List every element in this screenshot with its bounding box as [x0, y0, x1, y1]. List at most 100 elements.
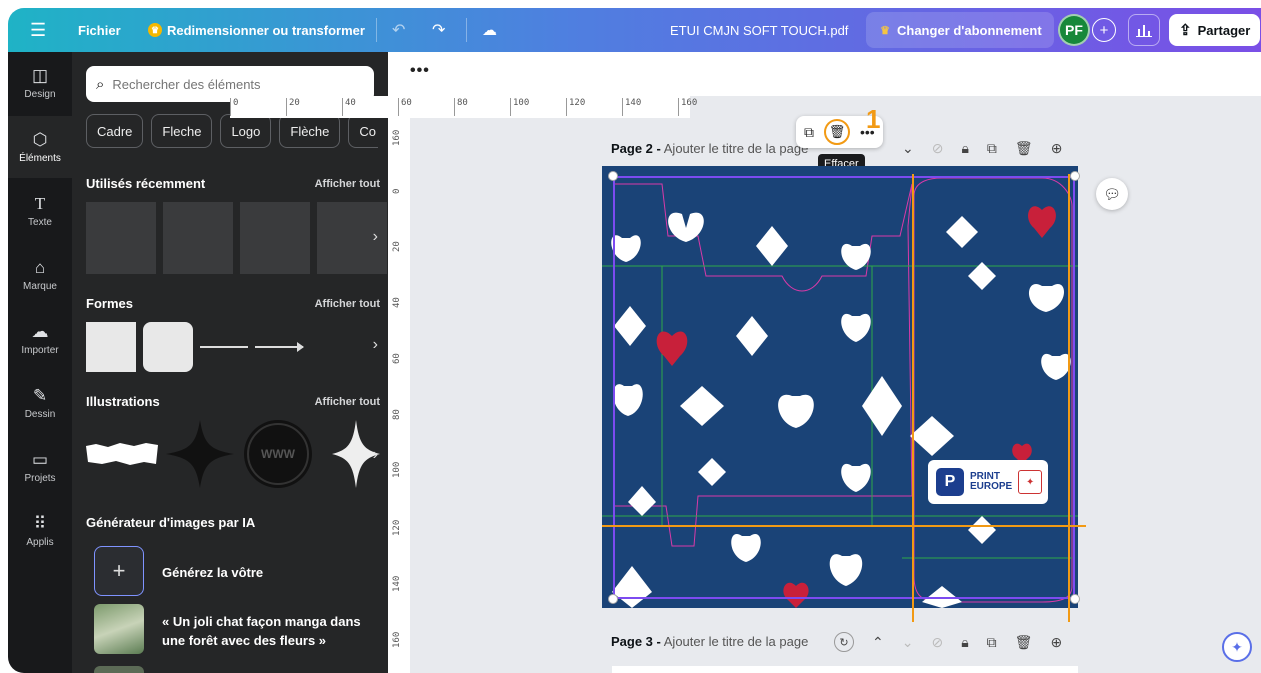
file-menu[interactable]: Fichier — [78, 8, 121, 52]
add-page-icon[interactable]: ⊕ — [1051, 140, 1063, 157]
made-in-france-icon: ✦ — [1018, 470, 1043, 494]
more-options-icon[interactable]: ••• — [410, 62, 430, 80]
horizontal-ruler: 0 20 40 60 80 100 120 140 160 — [230, 96, 697, 118]
arrow-shape[interactable] — [255, 342, 304, 352]
hide-icon[interactable]: ⊘ — [932, 140, 944, 157]
duplicate-icon[interactable]: ⧉ — [987, 634, 997, 651]
ruler-label: 140 — [392, 575, 402, 592]
recent-item[interactable] — [240, 202, 310, 274]
rail-label: Marque — [23, 281, 57, 292]
folder-icon: ▭ — [31, 450, 49, 469]
resize-handle[interactable] — [608, 594, 618, 604]
insights-icon[interactable] — [1128, 14, 1160, 46]
chevron-down-icon[interactable]: ⌄ — [902, 140, 914, 157]
square-shape[interactable] — [86, 322, 136, 372]
line-shape[interactable] — [200, 346, 248, 348]
page-3-preview[interactable] — [612, 666, 1078, 673]
rail-item-elements[interactable]: ⬡ Éléments — [8, 116, 72, 178]
alignment-guide — [602, 525, 1086, 527]
avatar[interactable]: PF — [1058, 14, 1090, 46]
add-page-icon[interactable]: ⊕ — [1050, 634, 1062, 651]
selection-frame — [613, 176, 1075, 599]
redo-icon[interactable]: ↷ — [432, 8, 445, 52]
rail-label: Éléments — [19, 153, 61, 164]
chevron-down-icon[interactable]: ⌄ — [902, 634, 914, 651]
see-all-link[interactable]: Afficher tout — [315, 396, 380, 408]
resize-button[interactable]: ♛ Redimensionner ou transformer — [148, 8, 365, 52]
upgrade-button[interactable]: ♛ Changer d'abonnement — [866, 12, 1054, 48]
sparkle-illustration[interactable] — [164, 418, 236, 490]
duplicate-icon[interactable]: ⧉ — [804, 124, 814, 141]
recent-item[interactable] — [163, 202, 233, 274]
rail-item-draw[interactable]: ✎ Dessin — [8, 372, 72, 434]
ruler-label: 120 — [392, 519, 402, 536]
share-icon: ⇪ — [1179, 22, 1192, 39]
rail-item-projects[interactable]: ▭ Projets — [8, 436, 72, 498]
lock-icon[interactable]: 🔒︎ — [961, 140, 968, 157]
see-all-link[interactable]: Afficher tout — [315, 178, 380, 190]
page-3-tools: ↻ ⌃ ⌄ ⊘ 🔒︎ ⧉ 🗑︎ ⊕ — [834, 632, 1062, 652]
chip[interactable]: Fleche — [151, 114, 213, 148]
rail-label: Importer — [21, 345, 59, 356]
ai-generator-title: Générateur d'images par IA — [86, 515, 256, 530]
lock-icon[interactable]: 🔒︎ — [961, 634, 968, 651]
magic-assistant-icon[interactable]: ✦ — [1222, 632, 1252, 662]
crown-icon: ♛ — [148, 23, 162, 37]
chevron-right-icon[interactable]: › — [373, 228, 378, 246]
menu-icon[interactable]: ☰ — [30, 8, 46, 52]
resize-handle[interactable] — [608, 171, 618, 181]
crown-icon: ♛ — [880, 24, 890, 37]
page-number: Page 2 - — [611, 141, 661, 156]
ruler-label: 140 — [622, 98, 641, 116]
chip[interactable]: Cadre — [86, 114, 144, 148]
resize-handle[interactable] — [1070, 171, 1080, 181]
chevron-right-icon[interactable]: › — [373, 336, 378, 354]
ai-example-thumbnail[interactable] — [94, 604, 144, 654]
rail-item-apps[interactable]: ⠿ Applis — [8, 500, 72, 562]
rail-item-brand[interactable]: ⌂ Marque — [8, 244, 72, 306]
chip[interactable]: Logo — [220, 114, 272, 148]
chip[interactable]: Co — [348, 114, 378, 148]
duplicate-icon[interactable]: ⧉ — [987, 140, 997, 157]
add-collaborator-icon[interactable]: + — [1092, 18, 1116, 42]
resize-handle[interactable] — [1070, 594, 1080, 604]
ruler-label: 160 — [392, 129, 402, 146]
undo-icon[interactable]: ↶ — [392, 8, 405, 52]
recent-item[interactable] — [86, 202, 156, 274]
rail-item-design[interactable]: ◫ Design — [8, 52, 72, 114]
generate-label[interactable]: Générez la vôtre — [162, 565, 263, 580]
see-all-link[interactable]: Afficher tout — [315, 298, 380, 310]
star-glow-illustration[interactable] — [320, 418, 380, 490]
refresh-icon[interactable]: ↻ — [834, 632, 854, 652]
trash-icon[interactable]: 🗑︎ — [1015, 140, 1033, 157]
ai-example-prompt[interactable]: « Un joli chat façon manga dans une forê… — [162, 612, 372, 650]
document-title[interactable]: ETUI CMJN SOFT TOUCH.pdf — [670, 8, 848, 52]
rail-label: Texte — [28, 217, 52, 228]
hide-icon[interactable]: ⊘ — [931, 634, 943, 651]
rounded-square-shape[interactable] — [143, 322, 193, 372]
generate-image-button[interactable]: + — [94, 546, 144, 596]
trash-icon[interactable]: 🗑︎ — [1015, 634, 1033, 651]
illustrations-row: WWW — [86, 418, 380, 490]
draw-icon: ✎ — [32, 386, 48, 405]
resize-label: Redimensionner ou transformer — [167, 22, 365, 38]
search-input[interactable] — [112, 76, 353, 92]
chip[interactable]: Flèche — [279, 114, 341, 148]
torn-paper-illustration[interactable] — [86, 418, 158, 490]
cloud-sync-icon[interactable]: ☁ — [482, 8, 497, 52]
shapes-icon: ⬡ — [32, 130, 48, 149]
share-button[interactable]: ⇪ Partager — [1169, 14, 1261, 46]
ai-example-thumbnail[interactable] — [94, 666, 144, 673]
rail-item-upload[interactable]: ☁ Importer — [8, 308, 72, 370]
chevron-right-icon[interactable]: › — [373, 446, 378, 464]
ruler-label: 60 — [398, 98, 412, 116]
www-globe-illustration[interactable]: WWW — [242, 418, 314, 490]
comment-icon[interactable]: 💬︎ — [1096, 178, 1128, 210]
suggestion-chips: Cadre Fleche Logo Flèche Co — [86, 114, 378, 148]
page-2-title[interactable]: Page 2 - Ajouter le titre de la page — [611, 141, 808, 156]
rail-item-text[interactable]: T Texte — [8, 180, 72, 242]
print-europe-logo[interactable]: P PRINT EUROPE ✦ — [928, 460, 1048, 504]
page-3-title[interactable]: Page 3 - Ajouter le titre de la page — [611, 634, 808, 649]
chevron-up-icon[interactable]: ⌃ — [872, 634, 884, 651]
trash-icon[interactable]: 🗑︎ — [824, 119, 850, 145]
